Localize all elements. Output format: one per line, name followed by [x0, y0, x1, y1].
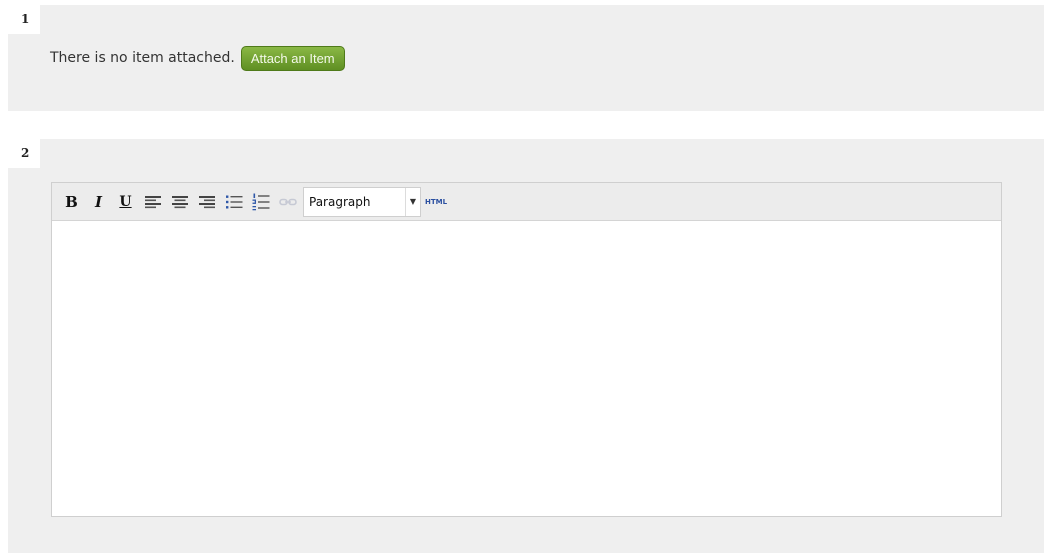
align-right-icon: [198, 195, 215, 208]
numbered-list-icon: [252, 193, 269, 210]
editor-toolbar: B I U Paragraph ▼ HTML: [52, 183, 1001, 221]
italic-button[interactable]: I: [87, 190, 110, 214]
attachment-status-text: There is no item attached.: [50, 50, 235, 66]
html-source-button[interactable]: HTML: [425, 198, 447, 206]
align-left-icon: [144, 195, 161, 208]
step-2-number: 2: [8, 139, 40, 168]
step-1-panel: 1 There is no item attached. Attach an I…: [8, 5, 1044, 111]
numbered-list-button[interactable]: [249, 190, 272, 214]
attach-item-button[interactable]: Attach an Item: [240, 45, 345, 71]
paragraph-format-select[interactable]: Paragraph ▼: [303, 186, 421, 217]
align-center-icon: [171, 195, 188, 208]
bullet-list-icon: [225, 195, 242, 208]
link-icon: [278, 198, 297, 205]
rich-text-editor: B I U Paragraph ▼ HTML: [51, 182, 1002, 517]
align-center-button[interactable]: [168, 190, 191, 214]
format-select-value: Paragraph: [309, 194, 371, 209]
align-right-button[interactable]: [195, 190, 218, 214]
bold-button[interactable]: B: [60, 190, 83, 214]
step-1-number: 1: [8, 5, 40, 34]
align-left-button[interactable]: [141, 190, 164, 214]
chevron-down-icon[interactable]: ▼: [405, 187, 420, 216]
attachment-row: There is no item attached. Attach an Ite…: [50, 45, 345, 71]
bullet-list-button[interactable]: [222, 190, 245, 214]
editor-content-area[interactable]: [52, 221, 1001, 516]
link-button[interactable]: [276, 190, 299, 214]
step-2-panel: 2 B I U Paragraph ▼ HTML: [8, 139, 1044, 553]
underline-button[interactable]: U: [114, 190, 137, 214]
